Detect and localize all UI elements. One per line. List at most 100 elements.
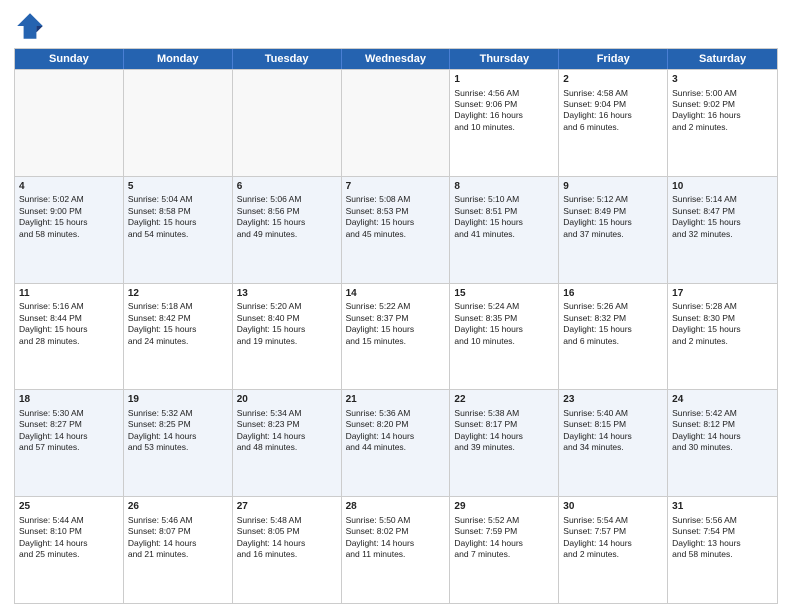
day-info: and 32 minutes. — [672, 229, 773, 240]
day-number: 20 — [237, 393, 337, 407]
day-info: Sunset: 8:32 PM — [563, 313, 663, 324]
day-info: and 2 minutes. — [672, 122, 773, 133]
calendar-cell: 3Sunrise: 5:00 AMSunset: 9:02 PMDaylight… — [668, 70, 777, 176]
day-info: and 44 minutes. — [346, 442, 446, 453]
day-info: and 45 minutes. — [346, 229, 446, 240]
day-info: and 25 minutes. — [19, 549, 119, 560]
day-info: and 49 minutes. — [237, 229, 337, 240]
day-info: and 48 minutes. — [237, 442, 337, 453]
day-info: Sunset: 9:06 PM — [454, 99, 554, 110]
day-number: 28 — [346, 500, 446, 514]
day-info: and 7 minutes. — [454, 549, 554, 560]
calendar-cell: 5Sunrise: 5:04 AMSunset: 8:58 PMDaylight… — [124, 177, 233, 283]
day-number: 19 — [128, 393, 228, 407]
day-info: Sunrise: 5:50 AM — [346, 515, 446, 526]
day-info: Daylight: 13 hours — [672, 538, 773, 549]
day-info: Daylight: 14 hours — [672, 431, 773, 442]
day-info: Daylight: 16 hours — [563, 110, 663, 121]
cal-header-day: Friday — [559, 49, 668, 69]
day-info: Sunset: 8:20 PM — [346, 419, 446, 430]
calendar-cell: 6Sunrise: 5:06 AMSunset: 8:56 PMDaylight… — [233, 177, 342, 283]
day-info: Sunrise: 5:22 AM — [346, 301, 446, 312]
day-info: Sunrise: 5:04 AM — [128, 194, 228, 205]
calendar-cell: 29Sunrise: 5:52 AMSunset: 7:59 PMDayligh… — [450, 497, 559, 603]
calendar-cell: 19Sunrise: 5:32 AMSunset: 8:25 PMDayligh… — [124, 390, 233, 496]
day-info: Daylight: 15 hours — [346, 324, 446, 335]
day-info: Sunset: 8:51 PM — [454, 206, 554, 217]
day-info: Sunset: 8:27 PM — [19, 419, 119, 430]
day-info: and 30 minutes. — [672, 442, 773, 453]
calendar-row: 4Sunrise: 5:02 AMSunset: 9:00 PMDaylight… — [15, 176, 777, 283]
header — [14, 10, 778, 42]
day-info: Daylight: 15 hours — [563, 217, 663, 228]
day-info: and 58 minutes. — [672, 549, 773, 560]
day-info: Sunrise: 5:42 AM — [672, 408, 773, 419]
day-number: 15 — [454, 287, 554, 301]
day-info: Sunset: 9:02 PM — [672, 99, 773, 110]
day-info: and 2 minutes. — [672, 336, 773, 347]
day-info: Sunset: 8:58 PM — [128, 206, 228, 217]
day-info: Daylight: 14 hours — [454, 431, 554, 442]
logo — [14, 10, 50, 42]
calendar: SundayMondayTuesdayWednesdayThursdayFrid… — [14, 48, 778, 604]
day-info: and 10 minutes. — [454, 336, 554, 347]
calendar-cell: 23Sunrise: 5:40 AMSunset: 8:15 PMDayligh… — [559, 390, 668, 496]
day-number: 13 — [237, 287, 337, 301]
day-info: and 58 minutes. — [19, 229, 119, 240]
day-number: 24 — [672, 393, 773, 407]
day-number: 18 — [19, 393, 119, 407]
calendar-cell: 12Sunrise: 5:18 AMSunset: 8:42 PMDayligh… — [124, 284, 233, 390]
cal-header-day: Saturday — [668, 49, 777, 69]
day-info: Sunrise: 5:48 AM — [237, 515, 337, 526]
day-number: 30 — [563, 500, 663, 514]
day-info: and 53 minutes. — [128, 442, 228, 453]
day-info: Daylight: 14 hours — [563, 431, 663, 442]
calendar-cell: 21Sunrise: 5:36 AMSunset: 8:20 PMDayligh… — [342, 390, 451, 496]
day-info: Daylight: 14 hours — [454, 538, 554, 549]
day-info: Daylight: 15 hours — [454, 324, 554, 335]
day-info: Sunset: 8:56 PM — [237, 206, 337, 217]
day-info: Sunrise: 5:00 AM — [672, 88, 773, 99]
calendar-cell: 27Sunrise: 5:48 AMSunset: 8:05 PMDayligh… — [233, 497, 342, 603]
calendar-header: SundayMondayTuesdayWednesdayThursdayFrid… — [15, 49, 777, 69]
day-info: and 6 minutes. — [563, 336, 663, 347]
day-info: Daylight: 14 hours — [19, 538, 119, 549]
calendar-cell — [342, 70, 451, 176]
day-number: 7 — [346, 180, 446, 194]
day-info: Sunrise: 5:44 AM — [19, 515, 119, 526]
day-info: Sunset: 8:15 PM — [563, 419, 663, 430]
day-info: and 2 minutes. — [563, 549, 663, 560]
day-info: Sunrise: 5:24 AM — [454, 301, 554, 312]
day-info: Daylight: 14 hours — [237, 431, 337, 442]
calendar-row: 1Sunrise: 4:56 AMSunset: 9:06 PMDaylight… — [15, 69, 777, 176]
day-number: 14 — [346, 287, 446, 301]
cal-header-day: Wednesday — [342, 49, 451, 69]
day-info: Sunset: 8:30 PM — [672, 313, 773, 324]
day-info: Sunset: 8:53 PM — [346, 206, 446, 217]
day-info: and 15 minutes. — [346, 336, 446, 347]
calendar-cell: 2Sunrise: 4:58 AMSunset: 9:04 PMDaylight… — [559, 70, 668, 176]
day-info: Daylight: 15 hours — [237, 217, 337, 228]
calendar-row: 25Sunrise: 5:44 AMSunset: 8:10 PMDayligh… — [15, 496, 777, 603]
day-number: 23 — [563, 393, 663, 407]
day-info: and 6 minutes. — [563, 122, 663, 133]
day-info: Daylight: 16 hours — [454, 110, 554, 121]
calendar-cell: 11Sunrise: 5:16 AMSunset: 8:44 PMDayligh… — [15, 284, 124, 390]
day-info: Sunset: 8:49 PM — [563, 206, 663, 217]
day-info: Sunrise: 5:14 AM — [672, 194, 773, 205]
cal-header-day: Tuesday — [233, 49, 342, 69]
calendar-cell — [233, 70, 342, 176]
day-info: Sunrise: 5:08 AM — [346, 194, 446, 205]
day-info: Daylight: 14 hours — [346, 538, 446, 549]
logo-icon — [14, 10, 46, 42]
day-info: Daylight: 15 hours — [237, 324, 337, 335]
day-number: 1 — [454, 73, 554, 87]
day-number: 9 — [563, 180, 663, 194]
day-info: Sunset: 7:57 PM — [563, 526, 663, 537]
day-info: and 37 minutes. — [563, 229, 663, 240]
day-info: Sunrise: 5:40 AM — [563, 408, 663, 419]
calendar-body: 1Sunrise: 4:56 AMSunset: 9:06 PMDaylight… — [15, 69, 777, 603]
day-info: Sunrise: 5:06 AM — [237, 194, 337, 205]
day-info: Sunset: 7:54 PM — [672, 526, 773, 537]
day-number: 26 — [128, 500, 228, 514]
